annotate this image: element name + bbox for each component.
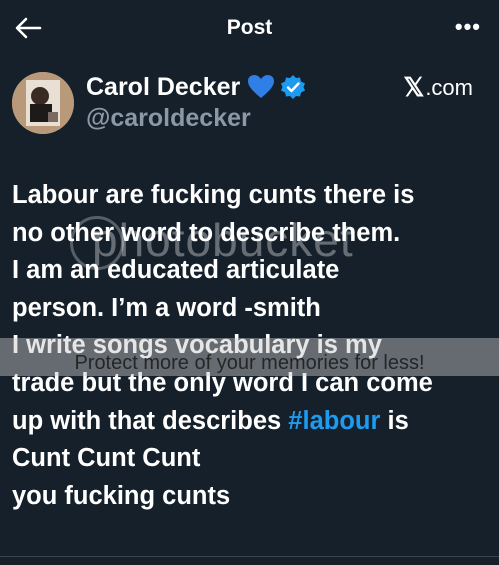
- tweet-line: up with that describes #labour is: [12, 403, 497, 441]
- tweet-line: I am an educated articulate: [12, 256, 340, 285]
- tweet-text-fragment: up with that describes: [12, 406, 289, 435]
- divider: [0, 556, 499, 557]
- blue-heart-icon: [248, 75, 275, 98]
- author-display-name[interactable]: Carol Decker: [86, 73, 240, 102]
- tweet-text: Labour are fucking cunts there is no oth…: [12, 177, 497, 515]
- verified-badge-icon: [281, 75, 306, 99]
- more-horizontal-icon[interactable]: •••: [455, 14, 481, 40]
- top-bar: Post •••: [0, 0, 499, 58]
- watermark-banner-text: Protect more of your memories for less!: [74, 352, 425, 374]
- avatar[interactable]: [12, 72, 74, 134]
- author-handle[interactable]: @caroldecker: [86, 104, 251, 133]
- page-title: Post: [226, 16, 273, 39]
- tweet-text-fragment: is: [380, 406, 409, 435]
- source-link[interactable]: 𝕏 .com: [403, 72, 473, 103]
- hashtag-link[interactable]: #labour: [288, 407, 380, 435]
- author-name-row: Carol Decker: [86, 70, 306, 104]
- x-logo-icon: 𝕏: [403, 72, 425, 102]
- tweet-line: Cunt Cunt Cunt: [12, 444, 201, 473]
- source-domain: .com: [425, 74, 473, 100]
- tweet-line: no other word to describe them.: [12, 218, 401, 247]
- tweet-line: Labour are fucking cunts there is: [12, 181, 415, 209]
- tweet-line: person. I’m a word -smith: [12, 293, 321, 322]
- tweet-line: you fucking cunts: [12, 481, 231, 510]
